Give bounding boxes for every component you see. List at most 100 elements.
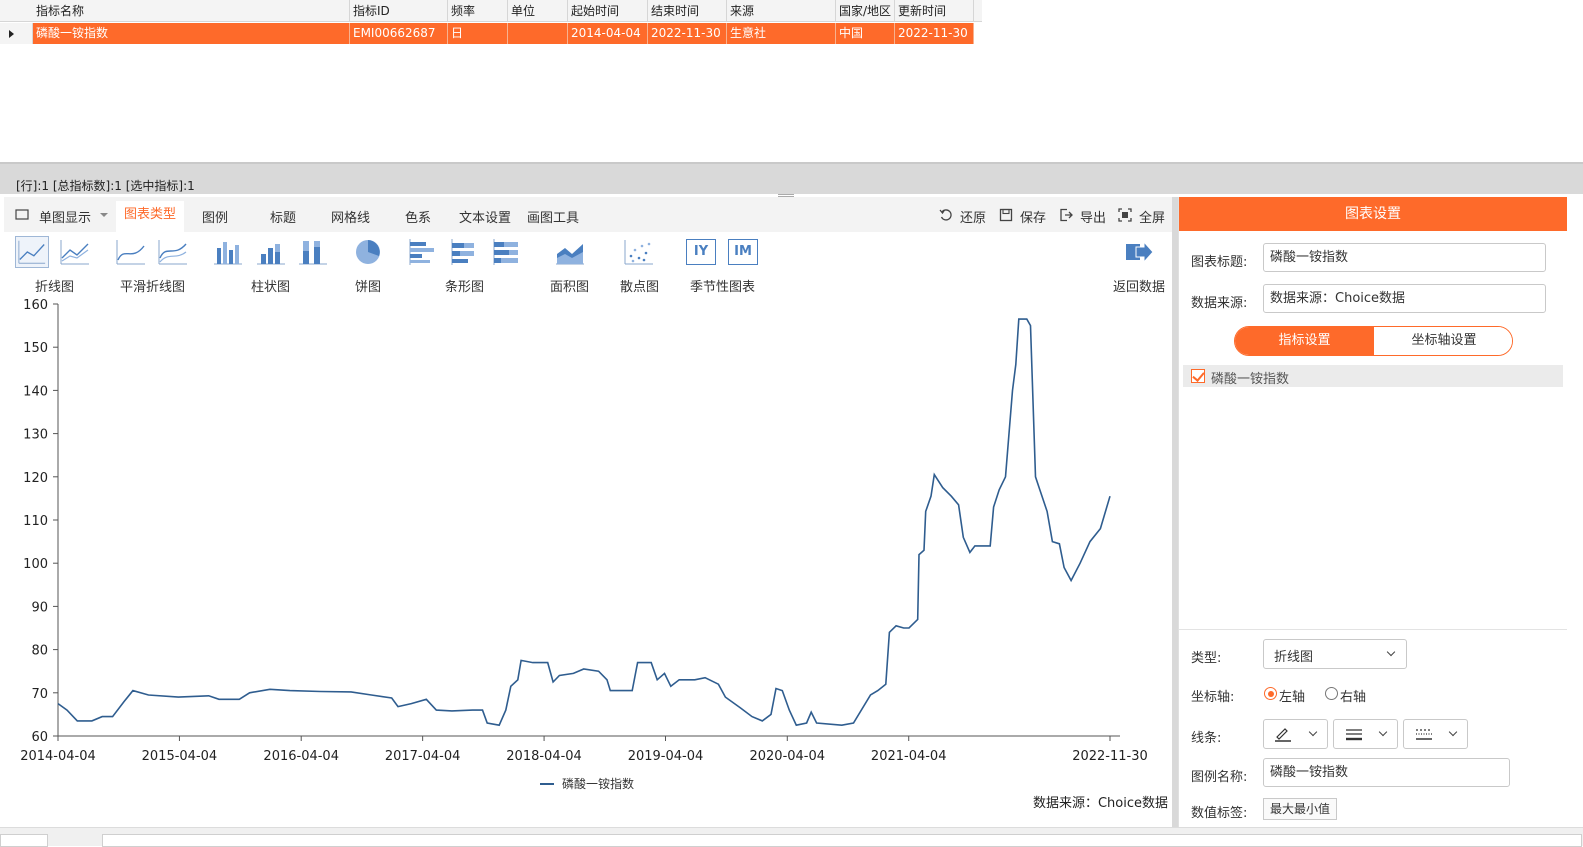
- col-header-end[interactable]: 结束时间: [648, 0, 727, 21]
- bar-chart-label[interactable]: 条形图: [445, 276, 484, 295]
- cell-start[interactable]: 2014-04-04: [568, 23, 648, 44]
- axis-right-label[interactable]: 右轴: [1340, 686, 1366, 705]
- cell-region[interactable]: 中国: [836, 23, 895, 44]
- tab-title[interactable]: 标题: [270, 207, 296, 226]
- tab-legend[interactable]: 图例: [202, 207, 228, 226]
- fullscreen-icon[interactable]: [1118, 208, 1132, 222]
- bottom-scrollbar[interactable]: [0, 827, 1583, 847]
- cell-frequency[interactable]: 日: [448, 23, 508, 44]
- col-header-region[interactable]: 国家/地区: [836, 0, 895, 21]
- smooth-line-icon[interactable]: [114, 236, 148, 268]
- percent-column-icon[interactable]: [296, 236, 330, 268]
- line-color-select[interactable]: [1263, 719, 1328, 749]
- pie-chart-label[interactable]: 饼图: [355, 276, 381, 295]
- cell-name[interactable]: 磷酸一铵指数: [33, 23, 350, 44]
- back-to-data-button[interactable]: 返回数据: [1113, 276, 1165, 295]
- col-header-id[interactable]: 指标ID: [350, 0, 448, 21]
- tab-text-settings[interactable]: 文本设置: [459, 207, 511, 226]
- x-tick-label: 2019-04-04: [628, 749, 704, 764]
- axis-right-radio[interactable]: [1325, 687, 1338, 700]
- column-chart-label[interactable]: 柱状图: [251, 276, 290, 295]
- axis-label: 坐标轴:: [1191, 690, 1235, 705]
- export-icon[interactable]: [1059, 208, 1073, 222]
- fullscreen-button[interactable]: 全屏: [1139, 207, 1165, 226]
- line-chart: 60 70 80 90 100 110 120 130 140 150 160 2014-04-04…: [20, 298, 1168, 811]
- tab-color-scheme[interactable]: 色系: [405, 207, 431, 226]
- bar-chart-icon[interactable]: [406, 236, 440, 268]
- column-chart-icon[interactable]: [211, 236, 245, 268]
- chart-title-input[interactable]: 磷酸一铵指数: [1263, 243, 1546, 272]
- export-button[interactable]: 导出: [1080, 207, 1106, 226]
- series-checkbox[interactable]: [1191, 369, 1205, 383]
- chevron-down-icon: [1378, 727, 1388, 737]
- axis-left-radio[interactable]: [1264, 687, 1277, 700]
- series-line[interactable]: [57, 318, 1111, 727]
- y-tick-label: 150: [23, 341, 48, 356]
- cell-source[interactable]: 生意社: [727, 23, 836, 44]
- col-header-updated[interactable]: 更新时间: [895, 0, 974, 21]
- type-select[interactable]: 折线图: [1263, 639, 1407, 669]
- line-style-icon: [1416, 729, 1432, 740]
- y-tick-label: 100: [23, 557, 48, 572]
- tab-chart-type[interactable]: 图表类型: [116, 201, 185, 232]
- x-tick-label: 2020-04-04: [749, 749, 825, 764]
- seasonal-year-icon[interactable]: IY: [686, 239, 716, 265]
- tab-drawing-tools[interactable]: 画图工具: [527, 207, 579, 226]
- tab-indicator-settings[interactable]: 指标设置: [1235, 327, 1374, 355]
- table-row[interactable]: 磷酸一铵指数 EMI00662687 日 2014-04-04 2022-11-…: [0, 23, 982, 44]
- restore-button[interactable]: 还原: [960, 207, 986, 226]
- back-to-data-icon[interactable]: [1122, 236, 1156, 268]
- tab-gridlines[interactable]: 网格线: [331, 207, 370, 226]
- x-tick-label: 2016-04-04: [263, 749, 339, 764]
- single-view-dropdown[interactable]: 单图显示: [39, 207, 91, 226]
- type-select-value: 折线图: [1274, 650, 1314, 665]
- horizontal-scroll-thumb[interactable]: [102, 834, 1582, 847]
- axis-left-label[interactable]: 左轴: [1279, 686, 1305, 705]
- restore-icon[interactable]: [939, 208, 953, 222]
- line-chart-label[interactable]: 折线图: [35, 276, 74, 295]
- area-chart-icon[interactable]: [553, 236, 587, 268]
- smooth-line-label[interactable]: 平滑折线图: [120, 276, 185, 295]
- min-max-button[interactable]: 最大最小值: [1263, 798, 1338, 820]
- legend-name-input[interactable]: 磷酸一铵指数: [1263, 758, 1510, 787]
- settings-scrollbar[interactable]: [1567, 197, 1583, 827]
- row-selector-icon[interactable]: [0, 23, 33, 44]
- col-header-source[interactable]: 来源: [727, 0, 836, 21]
- smooth-line-markers-icon[interactable]: [156, 236, 190, 268]
- cell-unit[interactable]: [508, 23, 568, 44]
- cell-id[interactable]: EMI00662687: [350, 23, 448, 44]
- monitor-icon: [15, 209, 29, 220]
- line-chart-icon[interactable]: [15, 236, 49, 268]
- chevron-down-icon: [1386, 647, 1396, 657]
- caret-down-icon[interactable]: [100, 211, 108, 219]
- line-chart-markers-icon[interactable]: [58, 236, 92, 268]
- seasonal-month-icon[interactable]: IM: [728, 239, 758, 265]
- cell-end[interactable]: 2022-11-30: [648, 23, 727, 44]
- col-header-name[interactable]: 指标名称: [33, 0, 350, 21]
- col-header-unit[interactable]: 单位: [508, 0, 568, 21]
- scatter-chart-icon[interactable]: [622, 236, 656, 268]
- legend[interactable]: 磷酸一铵指数: [540, 776, 634, 791]
- source-input[interactable]: 数据来源：Choice数据: [1263, 284, 1546, 313]
- settings-divider: [1179, 629, 1567, 630]
- save-icon[interactable]: [999, 208, 1013, 222]
- bottom-tab[interactable]: [0, 834, 48, 847]
- save-button[interactable]: 保存: [1020, 207, 1046, 226]
- stacked-column-icon[interactable]: [254, 236, 288, 268]
- line-style-select[interactable]: [1403, 719, 1468, 749]
- scatter-chart-label[interactable]: 散点图: [620, 276, 659, 295]
- col-header-frequency[interactable]: 频率: [448, 0, 508, 21]
- tab-axis-settings[interactable]: 坐标轴设置: [1374, 327, 1512, 355]
- source-note: 数据来源：Choice数据: [1033, 796, 1168, 811]
- percent-bar-icon[interactable]: [490, 236, 524, 268]
- area-chart-label[interactable]: 面积图: [550, 276, 589, 295]
- pie-chart-icon[interactable]: [351, 236, 385, 268]
- line-width-select[interactable]: [1333, 719, 1398, 749]
- grid-header: 指标名称 指标ID 频率 单位 起始时间 结束时间 来源 国家/地区 更新时间: [0, 0, 982, 22]
- stacked-bar-icon[interactable]: [448, 236, 482, 268]
- chart-type-ribbon: 折线图 平滑折线图 柱状图 饼图 条形图 面积图 散点图 IY IM 季节性图表…: [4, 232, 1172, 295]
- col-header-start[interactable]: 起始时间: [568, 0, 648, 21]
- cell-updated[interactable]: 2022-11-30: [895, 23, 974, 44]
- seasonal-chart-label[interactable]: 季节性图表: [690, 276, 755, 295]
- series-list-item[interactable]: 磷酸一铵指数: [1183, 365, 1563, 387]
